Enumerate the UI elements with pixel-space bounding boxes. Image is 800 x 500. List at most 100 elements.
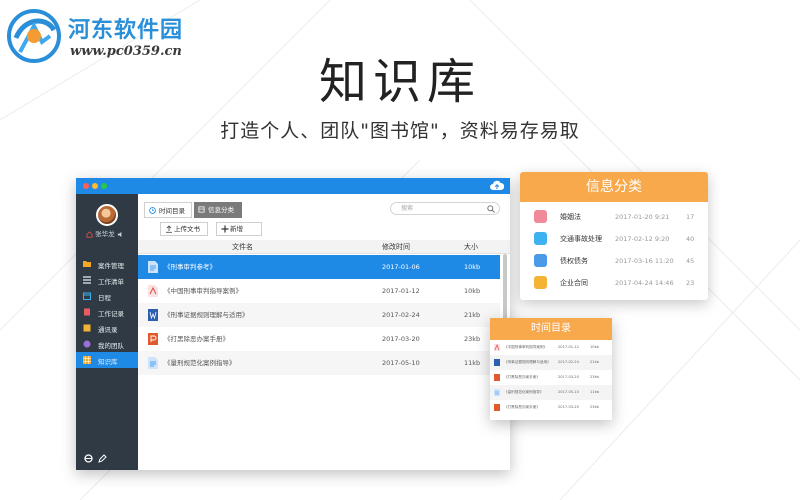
sidebar-item-case-management[interactable]: 案件管理 (76, 256, 138, 272)
table-row[interactable]: 《刑事证据规则理解与适用》 2017-02-24 21kb (138, 303, 500, 327)
file-size: 21kb (464, 311, 481, 319)
cloud-sync-icon[interactable] (490, 180, 504, 192)
browser-icon[interactable] (84, 454, 93, 463)
site-name: 河东软件园 (68, 17, 184, 43)
category-item-debts[interactable]: 债权债务 2017-03-16 11:20 45 (520, 250, 708, 272)
sidebar-item-contacts[interactable]: 通讯录 (76, 320, 138, 336)
upload-document-button[interactable]: 上传文书 (160, 222, 208, 236)
list-item-size: 11kb (590, 390, 599, 394)
home-icon[interactable] (86, 230, 93, 238)
category-item-enterprise-contract[interactable]: 企业合同 2017-04-24 14:46 23 (520, 272, 708, 294)
list-item-name: 《打黑除恶办案手册》 (504, 405, 540, 409)
list-item-date: 2017-03-20 (558, 405, 579, 409)
calendar-icon (83, 292, 91, 300)
main-content: 时间目录 信息分类 搜索 上传文书 新增 文件名 修改时间 大小 《刑事审判参考… (138, 194, 510, 470)
app-window: 张华龙 案件管理 工作清单 日程 工作记录 通讯录 我的团队 知识库 时间目录 … (76, 178, 510, 470)
category-name: 债权债务 (560, 257, 588, 265)
category-date: 2017-03-16 11:20 (615, 257, 674, 265)
stack-icon (534, 254, 547, 267)
team-icon (83, 340, 91, 348)
sidebar-item-my-team[interactable]: 我的团队 (76, 336, 138, 352)
table-row[interactable]: 《打黑除恶办案手册》 2017-03-20 23kb (138, 327, 500, 351)
search-placeholder: 搜索 (401, 205, 414, 212)
category-count: 45 (686, 257, 695, 265)
column-header-size[interactable]: 大小 (464, 240, 478, 254)
file-name: 《打黑除恶办案手册》 (164, 335, 229, 343)
list-item-date: 2017-05-10 (558, 390, 579, 394)
list-item[interactable]: 《中国刑事审判指导案例》 2017-01-12 10kb (490, 340, 612, 355)
column-header-filename[interactable]: 文件名 (232, 240, 253, 254)
list-item-size: 10kb (590, 345, 599, 349)
pdf-icon (148, 285, 158, 297)
document-icon (534, 210, 547, 223)
time-directory-card: 时间目录 《中国刑事审判指导案例》 2017-01-12 10kb 《刑事证据规… (490, 318, 612, 420)
tab-time-directory[interactable]: 时间目录 (144, 202, 192, 218)
tab-label: 信息分类 (208, 206, 234, 214)
category-date: 2017-02-12 9:20 (615, 235, 670, 243)
doc-icon (148, 261, 158, 273)
list-item-date: 2017-03-20 (558, 375, 579, 379)
word-icon (494, 359, 500, 366)
category-count: 17 (686, 213, 695, 221)
sidebar-item-label: 案件管理 (98, 262, 124, 270)
grid-icon (83, 356, 91, 364)
category-item-marriage-law[interactable]: 婚姻法 2017-01-20 9:21 17 (520, 206, 708, 228)
file-size: 10kb (464, 287, 481, 295)
sidebar-item-work-record[interactable]: 工作记录 (76, 304, 138, 320)
search-icon[interactable] (487, 205, 495, 213)
search-input[interactable]: 搜索 (390, 202, 500, 215)
table-row[interactable]: 《量刑规范化案例指导》 2017-05-10 11kb (138, 351, 500, 375)
file-icon (84, 308, 90, 316)
minimize-window-button[interactable] (92, 183, 98, 189)
table-header: 文件名 修改时间 大小 (138, 240, 510, 254)
file-size: 11kb (464, 359, 481, 367)
edit-icon[interactable] (98, 454, 107, 463)
list-item-size: 21kb (590, 360, 599, 364)
contract-icon (534, 276, 547, 289)
list-item-name: 《刑事证据规则理解与适用》 (504, 360, 551, 364)
ppt-icon (148, 333, 158, 345)
avatar[interactable] (96, 204, 118, 226)
list-item-name: 《量刑规范化案例指导》 (504, 390, 544, 394)
list-icon (83, 276, 91, 284)
file-date: 2017-02-24 (382, 311, 420, 319)
category-item-traffic-accident[interactable]: 交通事故处理 2017-02-12 9:20 40 (520, 228, 708, 250)
doc-icon (148, 357, 158, 369)
list-item[interactable]: 《量刑规范化案例指导》 2017-05-10 11kb (490, 385, 612, 400)
sidebar-item-label: 通讯录 (98, 326, 118, 334)
upload-icon (166, 225, 172, 233)
list-item-date: 2017-01-12 (558, 345, 579, 349)
tab-info-category[interactable]: 信息分类 (194, 202, 242, 218)
list-item[interactable]: 《刑事证据规则理解与适用》 2017-02-24 21kb (490, 355, 612, 370)
sidebar-item-knowledge-base[interactable]: 知识库 (76, 352, 138, 368)
table-row[interactable]: 《刑事审判参考》 2017-01-06 10kb (138, 255, 500, 279)
table-row[interactable]: 《中国刑事审判指导案例》 2017-01-12 10kb (138, 279, 500, 303)
file-date: 2017-01-06 (382, 263, 420, 271)
list-item[interactable]: 《打黑除恶办案手册》 2017-03-20 23kb (490, 400, 612, 415)
category-icon (198, 206, 205, 213)
info-card-title: 信息分类 (520, 172, 708, 202)
sidebar-item-schedule[interactable]: 日程 (76, 288, 138, 304)
upload-button-label: 上传文书 (174, 225, 200, 233)
maximize-window-button[interactable] (101, 183, 107, 189)
ppt-icon (494, 404, 500, 411)
folder-icon (83, 261, 91, 267)
doc-icon (494, 389, 500, 396)
close-window-button[interactable] (83, 183, 89, 189)
plus-icon (221, 225, 229, 233)
list-item[interactable]: 《打黑除恶办案手册》 2017-03-20 23kb (490, 370, 612, 385)
user-name: 张华龙 (95, 230, 115, 238)
file-date: 2017-01-12 (382, 287, 420, 295)
list-item-date: 2017-02-24 (558, 360, 579, 364)
category-date: 2017-04-24 14:46 (615, 279, 674, 287)
clock-icon (149, 207, 156, 214)
category-count: 23 (686, 279, 695, 287)
add-button[interactable]: 新增 (216, 222, 262, 236)
contacts-icon (83, 324, 91, 332)
sidebar-footer (84, 454, 124, 464)
category-name: 企业合同 (560, 279, 588, 287)
sidebar-item-work-list[interactable]: 工作清单 (76, 272, 138, 288)
column-header-modified[interactable]: 修改时间 (382, 240, 410, 254)
file-size: 10kb (464, 263, 481, 271)
volume-icon[interactable] (117, 231, 124, 238)
